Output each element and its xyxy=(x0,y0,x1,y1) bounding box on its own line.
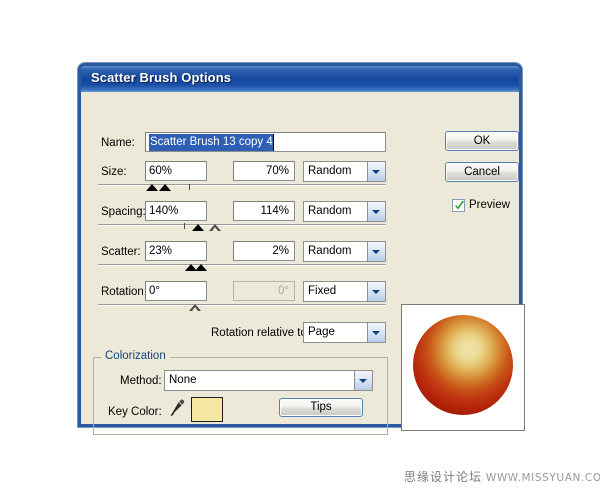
spacing-max-input[interactable]: 114% xyxy=(233,201,295,221)
scatter-min-input[interactable]: 23% xyxy=(145,241,207,261)
chevron-down-icon[interactable] xyxy=(367,202,385,221)
scatter-mode-value: Random xyxy=(308,245,352,257)
size-slider-handle-max[interactable] xyxy=(159,184,171,191)
ok-button[interactable]: OK xyxy=(445,131,519,151)
size-slider-handle-min[interactable] xyxy=(146,184,158,191)
name-input[interactable]: Scatter Brush 13 copy 4 xyxy=(145,132,386,152)
sphere-preview-graphic xyxy=(413,315,513,415)
scatter-label: Scatter: xyxy=(101,246,141,258)
rotation-slider-track[interactable] xyxy=(98,304,386,306)
chevron-down-icon[interactable] xyxy=(367,242,385,261)
spacing-slider-handle-max[interactable] xyxy=(209,224,221,231)
size-min-input[interactable]: 60% xyxy=(145,161,207,181)
preview-checkbox-row[interactable]: Preview xyxy=(452,199,510,212)
rotation-mode-select[interactable]: Fixed xyxy=(303,281,386,302)
size-max-input[interactable]: 70% xyxy=(233,161,295,181)
rotation-relative-value: Page xyxy=(308,326,335,338)
watermark-en: WWW.MISSYUAN.COM xyxy=(485,472,600,484)
spacing-slider-tick xyxy=(184,223,185,229)
size-label: Size: xyxy=(101,166,127,178)
eyedropper-icon[interactable] xyxy=(166,397,186,419)
size-slider-track[interactable] xyxy=(98,184,386,186)
chevron-down-icon[interactable] xyxy=(354,371,372,390)
watermark: 思缘设计论坛 WWW.MISSYUAN.COM xyxy=(404,468,600,485)
name-input-value: Scatter Brush 13 copy 4 xyxy=(149,134,274,151)
size-mode-value: Random xyxy=(308,165,352,177)
chevron-down-icon[interactable] xyxy=(367,162,385,181)
rotation-min-input[interactable]: 0° xyxy=(145,281,207,301)
scatter-mode-select[interactable]: Random xyxy=(303,241,386,262)
method-select[interactable]: None xyxy=(164,370,373,391)
spacing-min-input[interactable]: 140% xyxy=(145,201,207,221)
dialog-title: Scatter Brush Options xyxy=(91,70,232,85)
preview-label: Preview xyxy=(469,199,510,211)
colorization-legend: Colorization xyxy=(101,350,170,362)
spacing-slider-track[interactable] xyxy=(98,224,386,226)
spacing-mode-select[interactable]: Random xyxy=(303,201,386,222)
scatter-brush-options-dialog: Scatter Brush Options Name: Scatter Brus… xyxy=(78,63,525,435)
chevron-down-icon[interactable] xyxy=(367,323,385,342)
rotation-mode-value: Fixed xyxy=(308,285,337,297)
chevron-down-icon[interactable] xyxy=(367,282,385,301)
rotation-label: Rotation: xyxy=(101,286,148,298)
rotation-relative-select[interactable]: Page xyxy=(303,322,386,343)
colorization-group xyxy=(93,357,388,435)
brush-preview-pane xyxy=(401,304,525,431)
rotation-slider-handle[interactable] xyxy=(189,304,201,311)
cancel-button[interactable]: Cancel xyxy=(445,162,519,182)
size-slider-tick xyxy=(189,184,190,190)
preview-checkbox[interactable] xyxy=(452,199,465,212)
spacing-slider-handle-min[interactable] xyxy=(192,224,204,231)
method-value: None xyxy=(169,374,197,386)
key-color-label: Key Color: xyxy=(108,406,162,418)
scatter-max-input[interactable]: 2% xyxy=(233,241,295,261)
size-mode-select[interactable]: Random xyxy=(303,161,386,182)
check-icon xyxy=(455,200,464,210)
spacing-mode-value: Random xyxy=(308,205,352,217)
rotation-max-input: 0° xyxy=(233,281,295,301)
spacing-label: Spacing: xyxy=(101,206,146,218)
key-color-swatch[interactable] xyxy=(191,397,223,422)
tips-button[interactable]: Tips xyxy=(279,398,363,417)
scatter-slider-handle-max[interactable] xyxy=(195,264,207,271)
scatter-slider-track[interactable] xyxy=(98,264,386,266)
name-label: Name: xyxy=(101,137,135,149)
method-label: Method: xyxy=(120,375,162,387)
rotation-relative-label: Rotation relative to: xyxy=(211,327,311,339)
watermark-cn: 思缘设计论坛 xyxy=(404,470,483,484)
dialog-titlebar[interactable]: Scatter Brush Options xyxy=(81,66,519,92)
dialog-body: Name: Scatter Brush 13 copy 4 Size: 60% … xyxy=(81,92,525,435)
